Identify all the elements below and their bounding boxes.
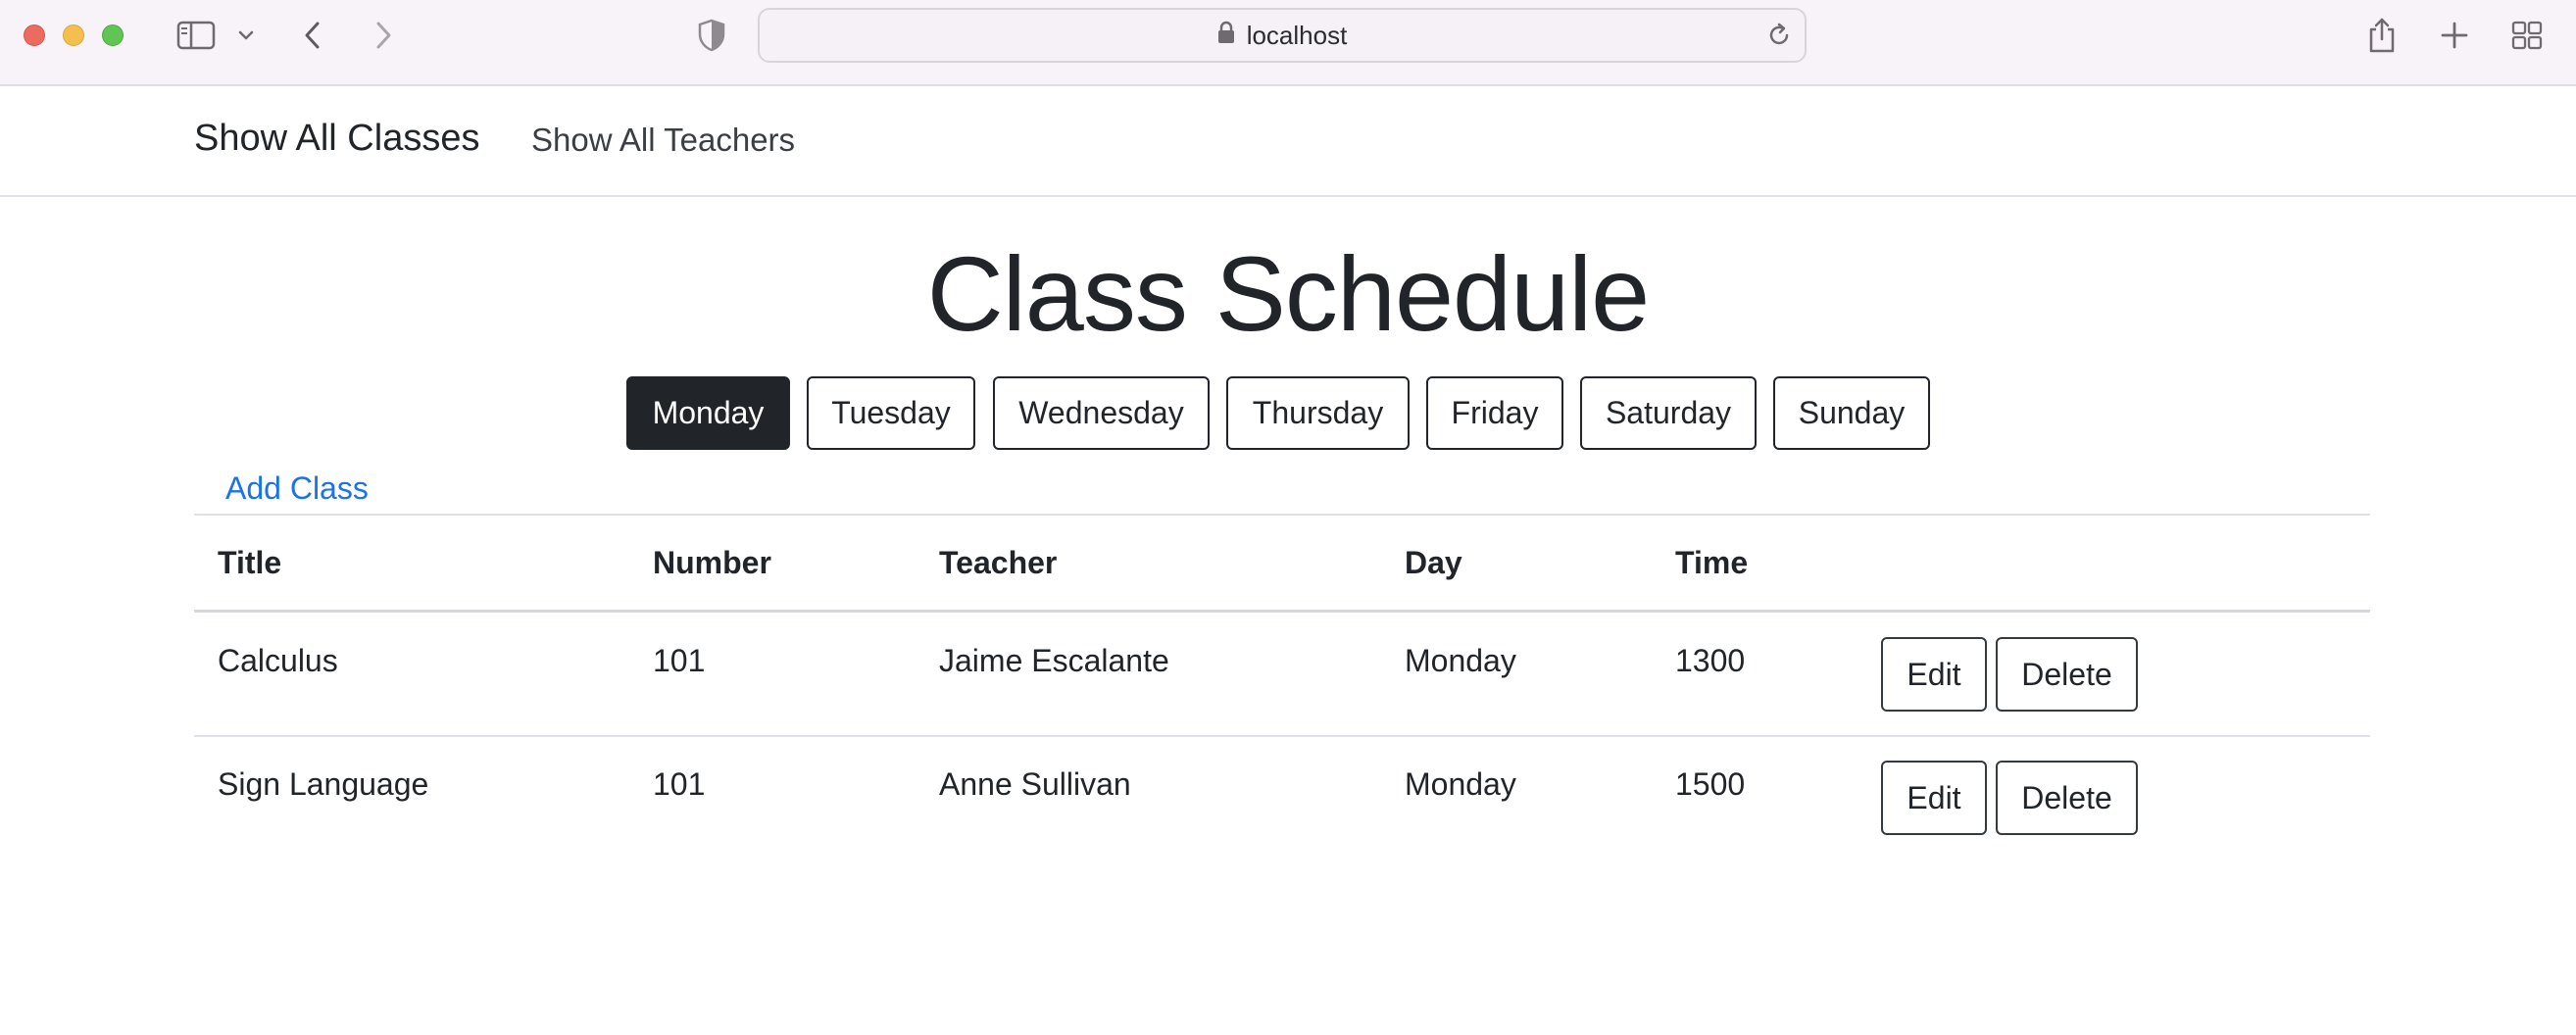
cell-title: Calculus xyxy=(218,643,338,678)
site-navbar: Show All Classes Show All Teachers xyxy=(0,88,2576,197)
new-tab-icon[interactable] xyxy=(2437,14,2472,57)
day-button-saturday[interactable]: Saturday xyxy=(1580,376,1757,450)
delete-button[interactable]: Delete xyxy=(1996,637,2138,712)
cell-time: 1500 xyxy=(1675,766,1746,802)
day-selector: Monday Tuesday Wednesday Thursday Friday… xyxy=(0,376,2576,451)
day-button-friday[interactable]: Friday xyxy=(1426,376,1563,450)
forward-icon[interactable] xyxy=(369,14,398,57)
day-button-wednesday[interactable]: Wednesday xyxy=(993,376,1210,450)
header-day: Day xyxy=(1405,545,1462,580)
tab-overview-icon[interactable] xyxy=(2507,14,2547,57)
chevron-down-icon[interactable] xyxy=(233,14,259,57)
edit-button[interactable]: Edit xyxy=(1881,761,1987,835)
zoom-window-button[interactable] xyxy=(102,25,124,46)
sidebar-icon[interactable] xyxy=(174,14,218,57)
back-icon[interactable] xyxy=(298,14,327,57)
cell-number: 101 xyxy=(653,766,706,802)
day-button-thursday[interactable]: Thursday xyxy=(1226,376,1410,450)
day-button-monday[interactable]: Monday xyxy=(626,376,790,450)
show-all-teachers-link[interactable]: Show All Teachers xyxy=(531,122,795,159)
cell-teacher: Jaime Escalante xyxy=(939,643,1169,678)
header-divider xyxy=(194,610,2370,613)
header-teacher: Teacher xyxy=(939,545,1058,580)
url-text: localhost xyxy=(1246,20,1348,50)
cell-number: 101 xyxy=(653,643,706,678)
cell-title: Sign Language xyxy=(218,766,429,802)
shield-icon[interactable] xyxy=(694,14,729,57)
close-window-button[interactable] xyxy=(24,25,45,46)
cell-teacher: Anne Sullivan xyxy=(939,766,1131,802)
header-number: Number xyxy=(653,545,771,580)
header-time: Time xyxy=(1675,545,1749,580)
cell-day: Monday xyxy=(1405,643,1516,678)
address-bar[interactable]: localhost xyxy=(758,8,1807,63)
browser-toolbar: localhost xyxy=(0,0,2576,86)
table-top-border xyxy=(194,514,2370,516)
day-button-tuesday[interactable]: Tuesday xyxy=(807,376,975,450)
edit-button[interactable]: Edit xyxy=(1881,637,1987,712)
cell-time: 1300 xyxy=(1675,643,1746,678)
share-icon[interactable] xyxy=(2362,14,2402,57)
header-title: Title xyxy=(218,545,282,580)
page-title: Class Schedule xyxy=(926,234,1650,353)
cell-day: Monday xyxy=(1405,766,1516,802)
day-button-sunday[interactable]: Sunday xyxy=(1773,376,1930,450)
reload-icon[interactable] xyxy=(1765,22,1793,54)
row-divider xyxy=(194,735,2370,737)
delete-button[interactable]: Delete xyxy=(1996,761,2138,835)
lock-icon xyxy=(1217,21,1235,51)
show-all-classes-link[interactable]: Show All Classes xyxy=(194,118,479,160)
minimize-window-button[interactable] xyxy=(63,25,84,46)
add-class-link[interactable]: Add Class xyxy=(225,470,369,507)
